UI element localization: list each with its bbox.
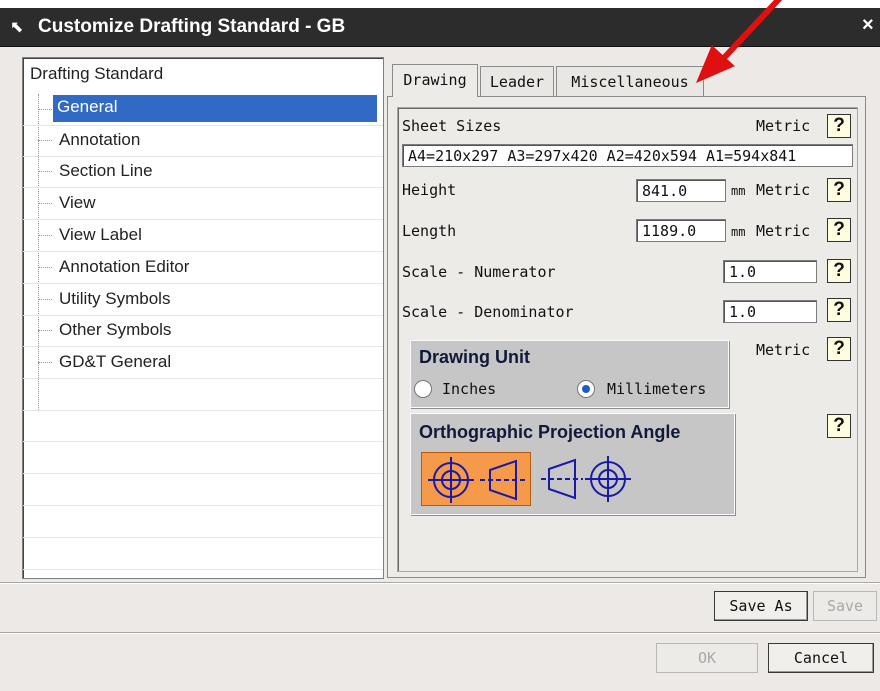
red-arrow-annotation: [696, 0, 783, 83]
tab-drawing[interactable]: Drawing: [392, 64, 478, 97]
